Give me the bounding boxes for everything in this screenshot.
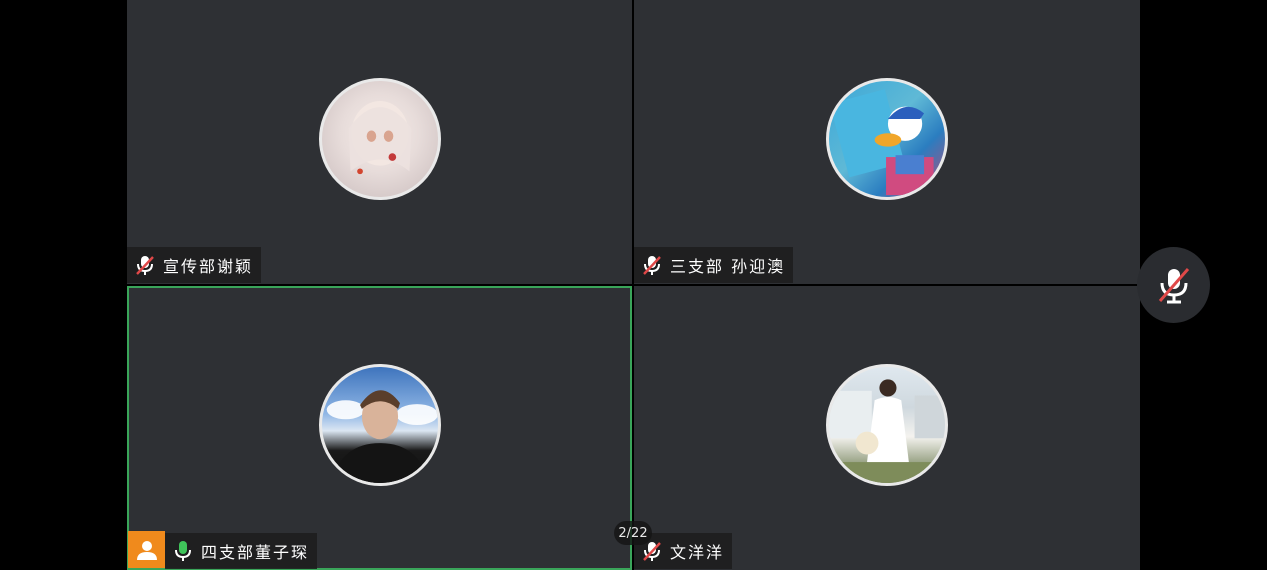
participant-nameplate: 宣传部谢颖 bbox=[127, 247, 262, 283]
participant-tile-active[interactable]: 四支部董子琛 bbox=[127, 286, 632, 570]
video-grid: 宣传部谢颖 三支部 孙迎澳 四支部董子琛 文洋洋 bbox=[127, 0, 1140, 570]
woman-photo-avatar-icon bbox=[829, 379, 945, 483]
participant-name: 宣传部谢颖 bbox=[163, 257, 254, 276]
young-man-photo-avatar-icon bbox=[326, 390, 438, 483]
mic-muted-icon bbox=[643, 256, 661, 275]
participant-name: 三支部 孙迎澳 bbox=[670, 257, 786, 276]
participant-nameplate: 四支部董子琛 bbox=[165, 533, 318, 569]
participant-avatar bbox=[826, 78, 948, 200]
participant-tile[interactable]: 宣传部谢颖 bbox=[127, 0, 632, 284]
mic-active-icon bbox=[175, 541, 191, 561]
participant-avatar bbox=[318, 78, 441, 200]
self-mic-toggle-button[interactable] bbox=[1137, 247, 1210, 323]
participant-avatar bbox=[826, 364, 948, 486]
participant-name: 文洋洋 bbox=[670, 543, 725, 562]
person-icon bbox=[136, 540, 157, 560]
mic-muted-icon bbox=[136, 256, 154, 275]
participant-tile[interactable]: 文洋洋 bbox=[634, 286, 1140, 570]
anime-girl-avatar-icon bbox=[348, 100, 411, 175]
host-badge bbox=[128, 531, 165, 568]
cartoon-duck-avatar-icon bbox=[829, 89, 934, 196]
participant-tile[interactable]: 三支部 孙迎澳 bbox=[634, 0, 1140, 284]
participant-avatar bbox=[318, 364, 441, 486]
page-indicator: 2/22 bbox=[614, 521, 652, 545]
mic-muted-icon bbox=[1158, 268, 1189, 304]
participant-nameplate: 三支部 孙迎澳 bbox=[634, 247, 794, 283]
participant-name: 四支部董子琛 bbox=[201, 543, 310, 562]
